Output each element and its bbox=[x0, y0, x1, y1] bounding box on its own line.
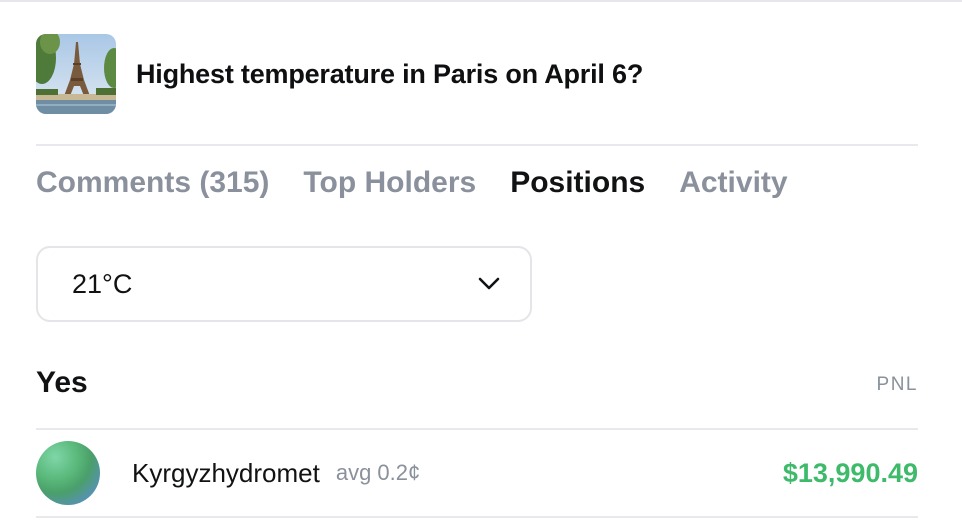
tab-positions[interactable]: Positions bbox=[510, 166, 645, 200]
tab-activity[interactable]: Activity bbox=[679, 166, 787, 200]
positions-section-header: Yes PNL bbox=[36, 366, 918, 400]
pnl-value: $13,990.49 bbox=[782, 457, 918, 488]
tab-bar: Comments (315) Top Holders Positions Act… bbox=[36, 166, 788, 200]
avatar[interactable] bbox=[36, 441, 100, 505]
market-positions-panel: Highest temperature in Paris on April 6?… bbox=[0, 0, 962, 524]
tab-top-holders[interactable]: Top Holders bbox=[303, 166, 476, 200]
chevron-down-icon bbox=[478, 277, 500, 291]
position-row[interactable]: Kyrgyzhydromet avg 0.2¢ $13,990.49 bbox=[36, 430, 918, 516]
market-title: Highest temperature in Paris on April 6? bbox=[136, 58, 644, 89]
header-divider bbox=[36, 144, 918, 146]
outcome-select[interactable]: 21°C bbox=[36, 246, 532, 322]
avg-price: avg 0.2¢ bbox=[335, 460, 421, 485]
pnl-column-header: PNL bbox=[876, 374, 918, 395]
eiffel-tower-icon bbox=[36, 34, 116, 114]
tab-comments[interactable]: Comments (315) bbox=[36, 166, 269, 200]
outcome-select-value: 21°C bbox=[72, 268, 133, 299]
row-divider bbox=[36, 516, 918, 518]
top-divider bbox=[0, 0, 962, 2]
market-header: Highest temperature in Paris on April 6? bbox=[36, 34, 643, 114]
holder-name[interactable]: Kyrgyzhydromet bbox=[132, 458, 320, 489]
eiffel-tower-thumbnail bbox=[36, 34, 116, 114]
outcome-label: Yes bbox=[36, 366, 88, 399]
